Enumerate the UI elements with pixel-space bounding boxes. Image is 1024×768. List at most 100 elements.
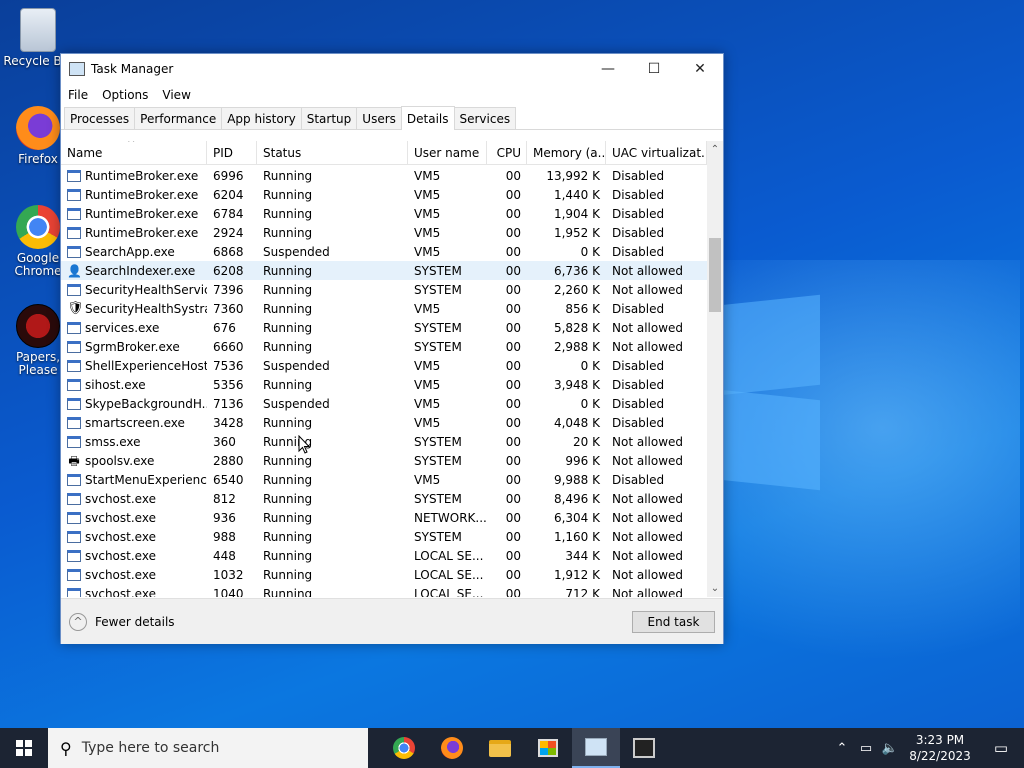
tab-users[interactable]: Users: [356, 107, 402, 129]
cell-name: 🛡SecurityHealthSystra...: [61, 299, 207, 318]
menu-view[interactable]: View: [162, 88, 190, 102]
table-row[interactable]: 👤 SearchIndexer.exe 6208 Running SYSTEM 00 6,7…: [61, 261, 707, 280]
shield-icon: 🛡: [67, 300, 84, 316]
scroll-down-icon[interactable]: ⌄: [707, 581, 723, 597]
table-row[interactable]: 🛡SecurityHealthSystra... 7360 Running VM5 00…: [61, 299, 707, 318]
fewer-details-button[interactable]: ^ Fewer details: [69, 613, 175, 631]
network-icon[interactable]: ▭: [854, 741, 878, 756]
table-row[interactable]: svchost.exe 936 Running NETWORK... 00 6,304 K…: [61, 508, 707, 527]
close-button[interactable]: ✕: [677, 54, 723, 84]
maximize-button[interactable]: ☐: [631, 54, 677, 84]
menu-file[interactable]: File: [68, 88, 88, 102]
cell-text: 13,992 K: [546, 168, 600, 183]
tab-performance[interactable]: Performance: [134, 107, 223, 129]
table-row[interactable]: svchost.exe 1032 Running LOCAL SE... 00 1,912…: [61, 565, 707, 584]
taskbar-app-firefox[interactable]: [428, 728, 476, 768]
scrollbar-thumb[interactable]: [709, 238, 721, 312]
vertical-scrollbar[interactable]: ⌃ ⌄: [707, 141, 723, 597]
cell-text: StartMenuExperienc...: [85, 472, 207, 487]
column-header-memory[interactable]: Memory (a...: [527, 141, 606, 165]
chevron-up-icon[interactable]: ⌃: [830, 741, 854, 756]
cell-name: RuntimeBroker.exe: [61, 185, 207, 204]
taskbar-app-file-explorer[interactable]: [476, 728, 524, 768]
table-row[interactable]: svchost.exe 448 Running LOCAL SE... 00 344 K N…: [61, 546, 707, 565]
cell-text: 6208: [213, 263, 244, 278]
column-header-status[interactable]: Status: [257, 141, 408, 165]
cell-mem: 13,992 K: [527, 166, 606, 185]
start-button[interactable]: [0, 728, 48, 768]
cell-text: ShellExperienceHost....: [85, 358, 207, 373]
column-header-name[interactable]: ^ Name: [61, 141, 207, 165]
table-row[interactable]: sihost.exe 5356 Running VM5 00 3,948 K Disable…: [61, 375, 707, 394]
table-row[interactable]: SecurityHealthServic... 7396 Running SYSTEM…: [61, 280, 707, 299]
volume-icon[interactable]: 🔈: [878, 741, 902, 756]
table-row[interactable]: svchost.exe 812 Running SYSTEM 00 8,496 K Not …: [61, 489, 707, 508]
table-row[interactable]: services.exe 676 Running SYSTEM 00 5,828 K Not…: [61, 318, 707, 337]
cell-cpu: 00: [487, 527, 527, 546]
cell-mem: 6,304 K: [527, 508, 606, 527]
cell-text: 00: [505, 510, 521, 525]
table-row[interactable]: 🖶 spoolsv.exe 2880 Running SYSTEM 00 996 K Not …: [61, 451, 707, 470]
cell-text: 2,260 K: [553, 282, 600, 297]
cell-text: 8,496 K: [553, 491, 600, 506]
table-row[interactable]: SgrmBroker.exe 6660 Running SYSTEM 00 2,988 K…: [61, 337, 707, 356]
cell-text: 6,304 K: [553, 510, 600, 525]
cell-text: Running: [263, 206, 313, 221]
tab-details[interactable]: Details: [400, 106, 455, 130]
window-icon: [67, 549, 81, 562]
window-icon: [67, 416, 81, 429]
taskbar-app-store[interactable]: [524, 728, 572, 768]
cell-cpu: 00: [487, 489, 527, 508]
taskbar-app-task-manager[interactable]: [572, 728, 620, 768]
title-bar[interactable]: Task Manager — ☐ ✕: [61, 54, 723, 84]
cell-text: Running: [263, 320, 313, 335]
cell-status: Running: [257, 565, 408, 584]
table-row[interactable]: smss.exe 360 Running SYSTEM 00 20 K Not allowe…: [61, 432, 707, 451]
cell-text: Not allowed: [612, 529, 684, 544]
table-row[interactable]: svchost.exe 988 Running SYSTEM 00 1,160 K Not …: [61, 527, 707, 546]
cell-cpu: 00: [487, 223, 527, 242]
tab-processes[interactable]: Processes: [64, 107, 136, 129]
cell-user: VM5: [408, 223, 487, 242]
column-header-user-name[interactable]: User name: [408, 141, 487, 165]
notification-icon[interactable]: ▭: [978, 739, 1024, 757]
table-row[interactable]: SearchApp.exe 6868 Suspended VM5 00 0 K Disabl…: [61, 242, 707, 261]
cell-text: 00: [505, 225, 521, 240]
menu-options[interactable]: Options: [102, 88, 148, 102]
cell-pid: 5356: [207, 375, 257, 394]
cell-text: 1,904 K: [553, 206, 600, 221]
cell-user: LOCAL SE...: [408, 546, 487, 565]
tab-startup[interactable]: Startup: [300, 107, 358, 129]
cell-cpu: 00: [487, 413, 527, 432]
scroll-up-icon[interactable]: ⌃: [707, 142, 723, 158]
table-row[interactable]: RuntimeBroker.exe 6784 Running VM5 00 1,904 K…: [61, 204, 707, 223]
firefox-icon: [16, 106, 60, 150]
cell-name: smartscreen.exe: [61, 413, 207, 432]
cell-text: 00: [505, 301, 521, 316]
tab-app-history[interactable]: App history: [221, 107, 302, 129]
table-row[interactable]: svchost.exe 1040 Running LOCAL SE... 00 712 K…: [61, 584, 707, 597]
cell-cpu: 00: [487, 318, 527, 337]
cell-text: VM5: [414, 244, 441, 259]
table-row[interactable]: SkypeBackgroundH... 7136 Suspended VM5 00 0 K…: [61, 394, 707, 413]
table-row[interactable]: ShellExperienceHost.... 7536 Suspended VM5 0…: [61, 356, 707, 375]
tab-services[interactable]: Services: [453, 107, 517, 129]
taskbar-search-box[interactable]: ⚲ Type here to search: [48, 728, 368, 768]
column-header-pid[interactable]: PID: [207, 141, 257, 165]
end-task-button[interactable]: End task: [632, 611, 715, 633]
table-row[interactable]: RuntimeBroker.exe 2924 Running VM5 00 1,952 K…: [61, 223, 707, 242]
column-header-uac[interactable]: UAC virtualizat...: [606, 141, 707, 165]
clock[interactable]: 3:23 PM 8/22/2023: [902, 732, 978, 764]
cell-user: SYSTEM: [408, 280, 487, 299]
taskbar-app-chrome[interactable]: [380, 728, 428, 768]
table-row[interactable]: RuntimeBroker.exe 6996 Running VM5 00 13,992 …: [61, 166, 707, 185]
table-row[interactable]: smartscreen.exe 3428 Running VM5 00 4,048 K Di…: [61, 413, 707, 432]
cell-uac: Not allowed: [606, 508, 707, 527]
cell-text: 856 K: [565, 301, 600, 316]
cell-text: Not allowed: [612, 491, 684, 506]
column-header-cpu[interactable]: CPU: [487, 141, 527, 165]
table-row[interactable]: RuntimeBroker.exe 6204 Running VM5 00 1,440 K…: [61, 185, 707, 204]
table-row[interactable]: StartMenuExperienc... 6540 Running VM5 00 9,9…: [61, 470, 707, 489]
minimize-button[interactable]: —: [585, 54, 631, 84]
taskbar-app-papers-please[interactable]: [620, 728, 668, 768]
